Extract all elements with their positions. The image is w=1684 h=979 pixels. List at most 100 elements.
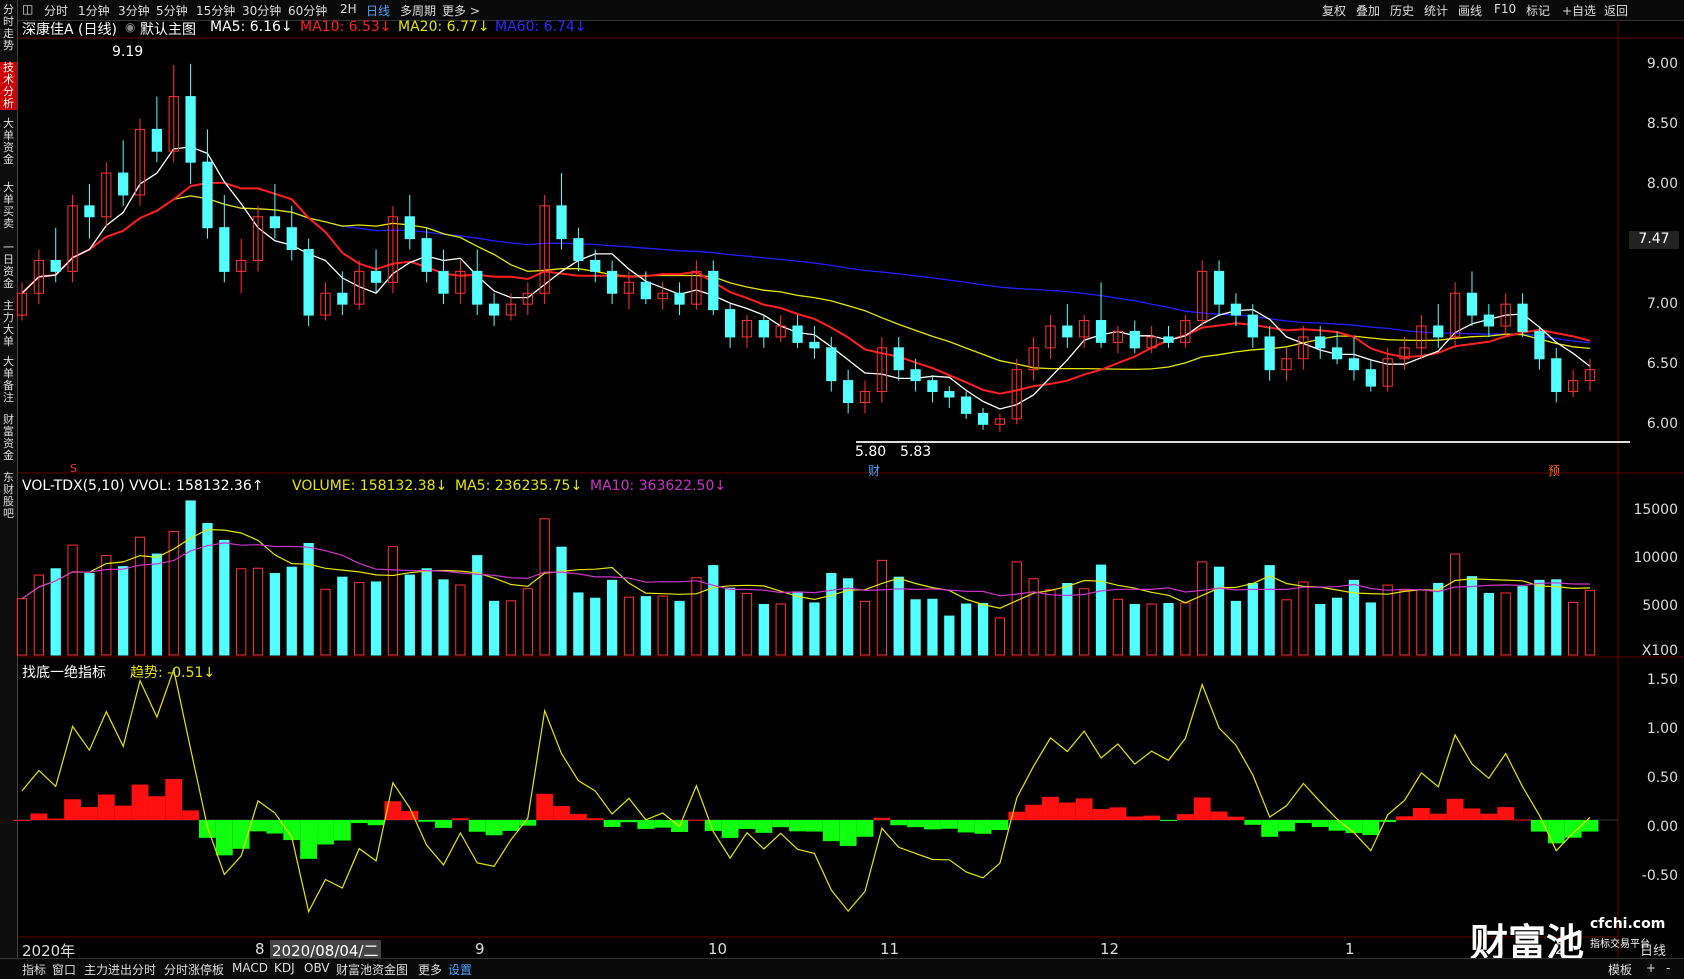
volume-bar [1062,582,1073,656]
candle-body [118,172,129,196]
volume-bar [185,500,196,656]
trend-line [21,667,1591,914]
candle-body [1551,358,1562,393]
watermark-sub: 指标交易平台 [1590,939,1650,950]
volume-bar [1180,602,1191,656]
bottom-right-2[interactable]: - [1666,961,1670,975]
indicator-bar [1311,820,1329,827]
indicator-bar [856,820,874,837]
indicator-bar [1412,807,1430,820]
low-price-label: 5.83 [900,444,932,460]
indicator-bar [789,820,806,832]
price-tick: 6.00 [1646,416,1678,432]
indicator-bar [367,820,385,826]
volume-indicator-name[interactable]: VOL-TDX(5,10) VVOL: 158132.36↑ [22,478,263,494]
indicator-bar [418,820,436,822]
volume-bar [674,600,685,656]
current-price-label: 7.47 [1629,231,1679,249]
candle-body [269,216,281,229]
volume-bar [826,573,837,656]
volume-bar [944,615,955,656]
volume-bar [1230,600,1242,656]
indicator-bar [317,820,334,845]
volume-bar [84,573,95,656]
volume-tick: 10000 [1633,550,1678,566]
indicator-bar [687,819,705,821]
volume-bar [657,595,668,656]
indicator-tick: 0.50 [1646,770,1678,786]
volume-bar [910,599,921,656]
candle-body [606,270,618,294]
volume-bar [961,603,972,656]
indicator-bar [350,820,368,824]
indicator-bar [1345,820,1363,834]
indicator-bar [182,810,200,820]
indicator-bar [1210,811,1228,820]
bottom-tab-5[interactable]: KDJ [274,961,295,975]
volume-bar [1112,598,1124,656]
indicator-bar [435,820,452,828]
trend-legend: 趋势: -0.51↓ [130,665,216,681]
x-label-1: 1 [1345,940,1355,958]
bottom-tab-0[interactable]: 指标 [22,961,46,978]
indicator-bar [232,820,250,849]
volume-bar [1365,602,1376,656]
candle-body [640,281,651,300]
bottom-right-0[interactable]: 模板 [1608,961,1632,978]
indicator-bar [1581,820,1599,832]
candle-body [421,238,432,272]
indicator-bar [165,778,183,820]
indicator-bar [1058,802,1076,820]
legend-dropdown-icon[interactable]: ◉ [125,20,135,34]
bottom-right-1[interactable]: + [1646,961,1656,975]
volume-bar [1095,564,1107,656]
volume-bar [927,598,938,656]
volume-bar [1129,604,1140,656]
volume-bar [337,576,348,656]
bottom-tab-8[interactable]: 更多 [418,961,442,978]
indicator-tick: 1.50 [1646,672,1678,688]
candle-body [286,227,297,251]
indicator-bar [907,820,925,828]
bottom-tab-7[interactable]: 财富池资金图 [336,961,408,978]
volume-bar [522,588,533,656]
volume-bar [876,559,888,656]
finance-marker[interactable]: 财 [868,462,880,479]
volume-bar [134,536,146,656]
indicator-name[interactable]: 找底一绝指标 [22,662,106,682]
forecast-marker[interactable]: 预 [1548,462,1560,479]
bottom-tab-1[interactable]: 窗口 [52,961,76,978]
indicator-bar [199,820,216,838]
volume-bar [775,603,786,656]
main-chart-name[interactable]: 默认主图 [140,19,196,39]
volume-bar [252,567,264,656]
price-tick: 8.50 [1646,116,1678,132]
volume-bar [741,592,753,656]
bottom-tab-9[interactable]: 设置 [448,961,472,978]
indicator-bar [704,820,722,831]
indicator-bar [451,818,469,820]
volume-bar [809,602,820,656]
indicator-bar [47,818,65,820]
bottom-tab-2[interactable]: 主力进出分时 [84,961,156,978]
indicator-bar [485,820,503,836]
volume-bar [1028,578,1039,656]
volume-bar [1045,589,1056,656]
candle-body [556,205,567,240]
candle-body [404,216,415,240]
s-marker: S [70,462,77,475]
bottom-tab-3[interactable]: 分时涨停板 [164,961,224,978]
bottom-tab-6[interactable]: OBV [304,961,330,975]
candle-body [961,396,972,414]
indicator-bar [1564,820,1582,838]
candle-body [758,320,769,338]
volume-bar [1382,584,1393,656]
volume-bar [269,573,281,656]
indicator-bar [1497,807,1515,820]
indicator-bar [772,820,790,828]
indicator-bar [1126,816,1144,820]
volume-bar [1433,582,1444,656]
volume-bar [16,598,28,656]
bottom-tab-4[interactable]: MACD [232,961,268,975]
volume-bar [977,602,989,656]
